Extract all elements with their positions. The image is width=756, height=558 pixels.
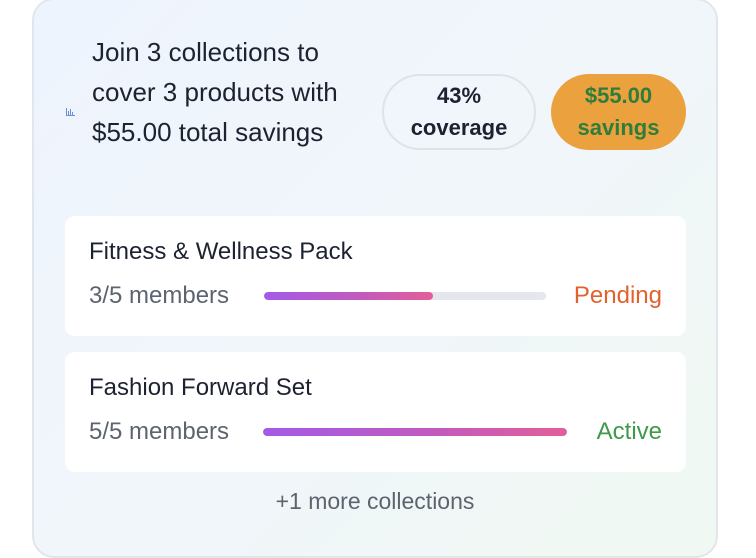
collection-members: 5/5 members xyxy=(89,418,230,445)
collection-item[interactable]: Fitness & Wellness Pack 3/5 members Pend… xyxy=(65,216,686,336)
collection-status: Pending xyxy=(573,282,662,309)
summary-headline: Join 3 collections to cover 3 products w… xyxy=(92,37,338,147)
members-progress-fill xyxy=(263,428,567,436)
members-progress-bar xyxy=(264,292,546,300)
collection-name: Fitness & Wellness Pack xyxy=(89,238,353,265)
collection-name: Fashion Forward Set xyxy=(89,374,312,401)
coverage-badge: 43% coverage xyxy=(382,74,536,150)
members-progress-fill xyxy=(264,292,434,300)
more-collections-link[interactable]: +1 more collections xyxy=(32,488,718,515)
bar-chart-icon xyxy=(66,108,75,116)
collection-members: 3/5 members xyxy=(89,282,230,309)
savings-badge: $55.00 savings xyxy=(551,74,686,150)
collection-status: Active xyxy=(596,418,662,445)
members-progress-bar xyxy=(263,428,567,436)
collection-item[interactable]: Fashion Forward Set 5/5 members Active xyxy=(65,352,686,472)
